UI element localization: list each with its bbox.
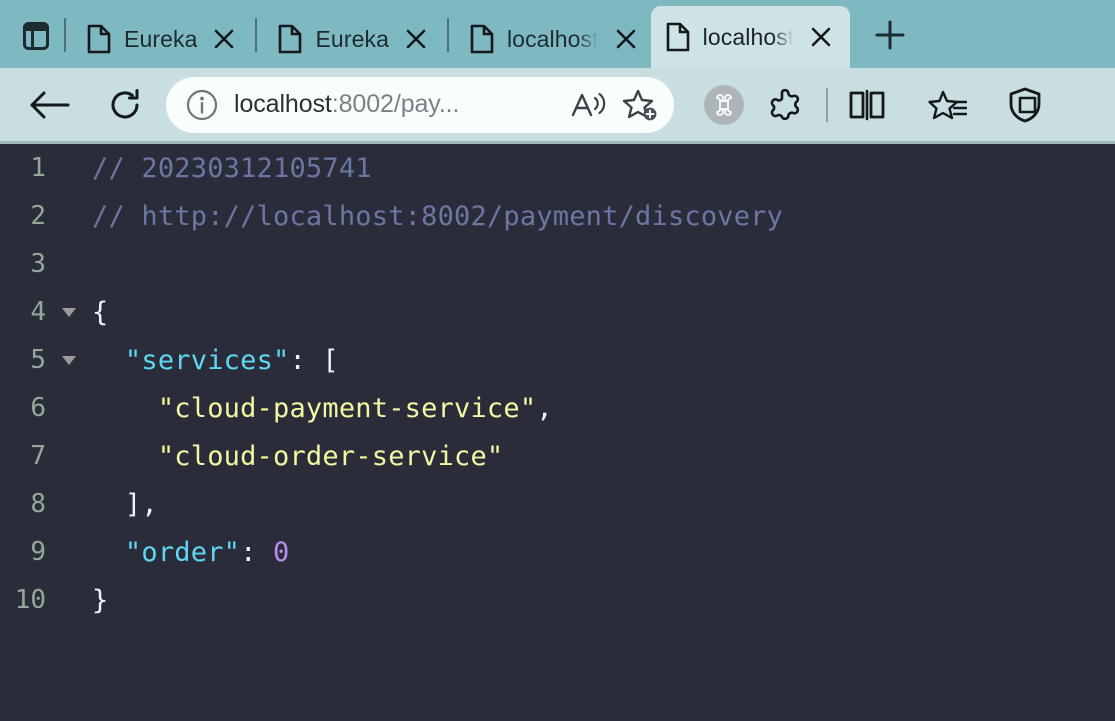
code-token: "services" xyxy=(124,344,290,376)
code-line: 3 xyxy=(0,240,1115,288)
address-bar-text[interactable]: localhost:8002/pay... xyxy=(234,90,556,119)
line-number: 10 xyxy=(14,585,46,615)
tab-close-icon[interactable] xyxy=(401,24,431,54)
line-number: 2 xyxy=(30,201,46,231)
code-token: "cloud-payment-service" xyxy=(157,392,537,424)
line-number: 6 xyxy=(30,393,46,423)
toolbar-separator xyxy=(826,87,828,122)
code-lines: 1 // 20230312105741 2 // http://localhost:8… xyxy=(0,144,1115,624)
add-favorite-icon[interactable] xyxy=(620,85,660,125)
code-token: ], xyxy=(92,488,158,520)
code-text: "services": [ xyxy=(92,345,1115,376)
browser-tab-strip: Eureka Eureka localhost localhost xyxy=(0,0,1115,68)
tab-close-icon[interactable] xyxy=(611,24,641,54)
code-line: 2 // http://localhost:8002/payment/discov… xyxy=(0,192,1115,240)
code-token: // 20230312105741 xyxy=(92,152,372,184)
code-token: , xyxy=(536,392,553,424)
line-number: 1 xyxy=(30,153,46,183)
tab-title: Eureka xyxy=(315,25,389,52)
extensions-icon[interactable] xyxy=(760,78,814,132)
code-token: "order" xyxy=(124,536,241,568)
split-screen-icon[interactable] xyxy=(840,78,894,132)
url-host: localhost xyxy=(234,90,332,118)
address-bar[interactable]: localhost:8002/pay... xyxy=(166,76,674,133)
browser-tab[interactable]: Eureka xyxy=(263,10,440,68)
code-token: // http://localhost:8002/payment/discove… xyxy=(92,200,784,232)
code-line: 8 ], xyxy=(0,480,1115,528)
tab-separator xyxy=(64,18,66,52)
page-document-icon xyxy=(277,24,303,54)
code-text: ], xyxy=(92,489,1115,520)
line-number: 5 xyxy=(30,345,46,375)
code-token: 0 xyxy=(273,536,290,568)
url-path: :8002/pay... xyxy=(331,90,460,118)
code-text: } xyxy=(92,585,1115,616)
code-text: { xyxy=(92,297,1115,328)
code-token: : xyxy=(240,536,274,568)
tab-title: localhost xyxy=(702,23,795,50)
code-line: 1 // 20230312105741 xyxy=(0,144,1115,192)
browser-tab[interactable]: Eureka xyxy=(72,10,249,68)
collections-icon[interactable] xyxy=(920,78,974,132)
new-tab-button[interactable] xyxy=(864,10,916,60)
line-number: 7 xyxy=(30,441,46,471)
code-token: } xyxy=(92,584,109,616)
browser-essentials-icon[interactable] xyxy=(998,78,1052,132)
code-text: // http://localhost:8002/payment/discove… xyxy=(92,201,1115,232)
reload-button[interactable] xyxy=(98,78,152,132)
site-info-icon[interactable] xyxy=(182,85,222,125)
fold-toggle-icon[interactable] xyxy=(46,355,92,365)
tab-title: Eureka xyxy=(124,25,198,52)
browser-tab[interactable]: localhost xyxy=(455,10,651,68)
code-line: 4{ xyxy=(0,288,1115,336)
toolbar-right-actions xyxy=(684,78,1107,132)
line-number: 4 xyxy=(30,297,46,327)
page-document-icon xyxy=(86,24,112,54)
tab-close-icon[interactable] xyxy=(209,24,239,54)
browser-toolbar: localhost:8002/pay... xyxy=(0,68,1115,144)
code-token: "cloud-order-service" xyxy=(157,440,504,472)
tab-separator xyxy=(446,18,449,52)
read-aloud-icon[interactable] xyxy=(568,85,608,125)
line-number: 8 xyxy=(30,489,46,519)
line-number: 9 xyxy=(30,537,46,567)
code-token: : [ xyxy=(289,344,339,376)
code-line: 9 "order": 0 xyxy=(0,528,1115,576)
page-document-icon xyxy=(665,22,691,52)
code-line: 6 "cloud-payment-service", xyxy=(0,384,1115,432)
code-line: 7 "cloud-order-service" xyxy=(0,432,1115,480)
code-text: "order": 0 xyxy=(92,537,1115,568)
panel-toggle-icon[interactable] xyxy=(14,14,58,58)
browser-tab[interactable]: localhost xyxy=(650,6,851,68)
copilot-icon[interactable] xyxy=(704,84,744,125)
back-button[interactable] xyxy=(22,78,76,132)
code-text: "cloud-payment-service", xyxy=(92,393,1115,424)
tab-close-icon[interactable] xyxy=(806,22,836,52)
code-token: { xyxy=(92,296,109,328)
line-number: 3 xyxy=(30,249,46,279)
page-document-icon xyxy=(469,24,495,54)
fold-toggle-icon[interactable] xyxy=(46,307,92,317)
tab-separator xyxy=(255,18,258,52)
code-line: 10} xyxy=(0,576,1115,624)
json-viewer[interactable]: 1 // 20230312105741 2 // http://localhost:8… xyxy=(0,144,1115,721)
code-line: 5 "services": [ xyxy=(0,336,1115,384)
tab-title: localhost xyxy=(506,25,599,52)
code-text: "cloud-order-service" xyxy=(92,441,1115,472)
code-text: // 20230312105741 xyxy=(92,153,1115,184)
